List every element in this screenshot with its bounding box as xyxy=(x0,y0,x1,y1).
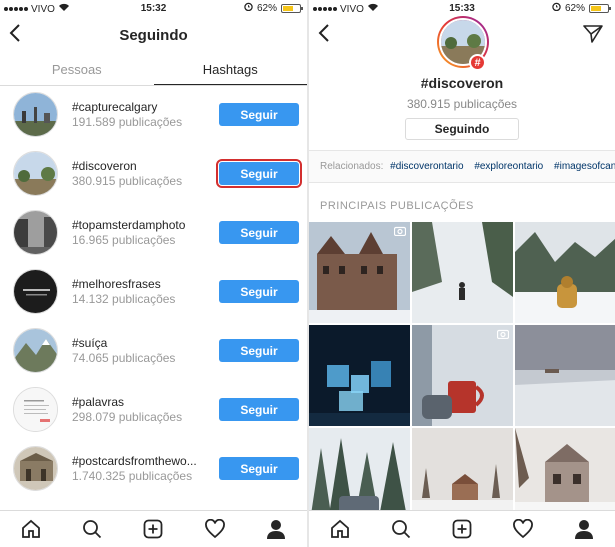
search-icon[interactable] xyxy=(389,517,413,541)
list-item[interactable]: #palavras 298.079 publicações Seguir xyxy=(0,382,307,441)
hashtag-list: #capturecalgary 191.589 publicações Segu… xyxy=(0,87,307,500)
related-hashtag-chip[interactable]: #discoverontario xyxy=(390,161,463,172)
top-posts-grid xyxy=(309,222,615,529)
video-icon xyxy=(394,226,406,236)
back-arrow-icon[interactable] xyxy=(318,24,330,46)
related-hashtag-chip[interactable]: #imagesofcanada xyxy=(554,161,615,172)
follow-button[interactable]: Seguir xyxy=(219,221,299,244)
related-hashtag-chip[interactable]: #exploreontario xyxy=(474,161,543,172)
home-icon[interactable] xyxy=(328,517,352,541)
top-posts-heading: PRINCIPAIS PUBLICAÇÕES xyxy=(320,200,474,212)
following-tabs: Pessoas Hashtags xyxy=(0,56,307,86)
hashtag-avatar xyxy=(13,387,58,432)
following-screen: VIVO 15:32 62% Seguindo Pessoas Hashtags… xyxy=(0,0,307,547)
battery-label: 62% xyxy=(256,2,277,14)
list-item[interactable]: #suíça 74.065 publicações Seguir xyxy=(0,323,307,382)
follow-button[interactable]: Seguir xyxy=(219,280,299,303)
bottom-navigation xyxy=(309,510,615,547)
follow-button[interactable]: Seguir xyxy=(219,457,299,480)
hashtag-avatar xyxy=(13,92,58,137)
search-icon[interactable] xyxy=(80,517,104,541)
post-thumbnail[interactable] xyxy=(309,325,410,426)
list-item[interactable]: #postcardsfromthewo... 1.740.325 publica… xyxy=(0,441,307,500)
post-thumbnail[interactable] xyxy=(515,325,615,426)
hashtag-title: #discoveron xyxy=(420,75,504,91)
hashtag-avatar xyxy=(13,269,58,314)
bottom-navigation xyxy=(0,510,307,547)
hashtag-name: #palavras xyxy=(72,395,125,409)
list-item[interactable]: #topamsterdamphoto 16.965 publicações Se… xyxy=(0,205,307,264)
hashtag-name: #suíça xyxy=(72,336,108,350)
hashtag-name: #discoveron xyxy=(72,159,137,173)
video-icon xyxy=(497,329,509,339)
profile-icon[interactable] xyxy=(572,517,596,541)
hashtag-screen: VIVO 15:33 62% # #discoveron 380.915 pub… xyxy=(309,0,615,547)
hashtag-count: 298.079 publicações xyxy=(72,410,183,424)
add-post-icon[interactable] xyxy=(450,517,474,541)
following-button[interactable]: Seguindo xyxy=(405,118,519,140)
hashtag-count: 14.132 publicações xyxy=(72,292,176,306)
follow-button[interactable]: Seguir xyxy=(219,103,299,126)
hashtag-badge-icon: # xyxy=(469,54,486,71)
hashtag-avatar xyxy=(13,151,58,196)
hashtag-avatar xyxy=(13,328,58,373)
hashtag-name: #postcardsfromthewo... xyxy=(72,454,197,468)
battery-label: 62% xyxy=(564,2,585,14)
list-item[interactable]: #melhoresfrases 14.132 publicações Segui… xyxy=(0,264,307,323)
hashtag-name: #melhoresfrases xyxy=(72,277,161,291)
profile-icon[interactable] xyxy=(264,517,288,541)
home-icon[interactable] xyxy=(19,517,43,541)
follow-button[interactable]: Seguir xyxy=(219,339,299,362)
add-post-icon[interactable] xyxy=(141,517,165,541)
heart-icon[interactable] xyxy=(203,517,227,541)
hashtag-post-count: 380.915 publicações xyxy=(406,97,518,111)
battery-icon xyxy=(281,3,303,13)
list-item[interactable]: #discoveron 380.915 publicações Seguir xyxy=(0,146,307,205)
hashtag-count: 380.915 publicações xyxy=(72,174,183,188)
tab-hashtags[interactable]: Hashtags xyxy=(153,56,307,85)
status-bar: VIVO 15:32 62% xyxy=(0,0,307,18)
hashtag-avatar xyxy=(13,446,58,491)
hashtag-name: #topamsterdamphoto xyxy=(72,218,186,232)
post-thumbnail[interactable] xyxy=(515,222,615,323)
hashtag-avatar xyxy=(13,210,58,255)
direct-message-icon[interactable] xyxy=(583,25,603,48)
related-hashtags: Relacionados: #discoverontario #exploreo… xyxy=(309,150,615,183)
post-thumbnail[interactable] xyxy=(412,222,513,323)
post-thumbnail[interactable] xyxy=(309,222,410,323)
hashtag-count: 74.065 publicações xyxy=(72,351,176,365)
hashtag-count: 1.740.325 publicações xyxy=(72,469,193,483)
post-thumbnail[interactable] xyxy=(412,325,513,426)
related-label: Relacionados: xyxy=(320,161,384,172)
hashtag-count: 191.589 publicações xyxy=(72,115,183,129)
page-title: Seguindo xyxy=(119,27,188,44)
follow-button[interactable]: Seguir xyxy=(216,159,302,188)
hashtag-count: 16.965 publicações xyxy=(72,233,176,247)
hashtag-name: #capturecalgary xyxy=(72,100,158,114)
tab-people[interactable]: Pessoas xyxy=(0,56,154,85)
battery-icon xyxy=(589,3,611,13)
follow-button[interactable]: Seguir xyxy=(219,398,299,421)
alarm-icon xyxy=(552,2,561,14)
list-item[interactable]: #capturecalgary 191.589 publicações Segu… xyxy=(0,87,307,146)
heart-icon[interactable] xyxy=(511,517,535,541)
alarm-icon xyxy=(244,2,253,14)
